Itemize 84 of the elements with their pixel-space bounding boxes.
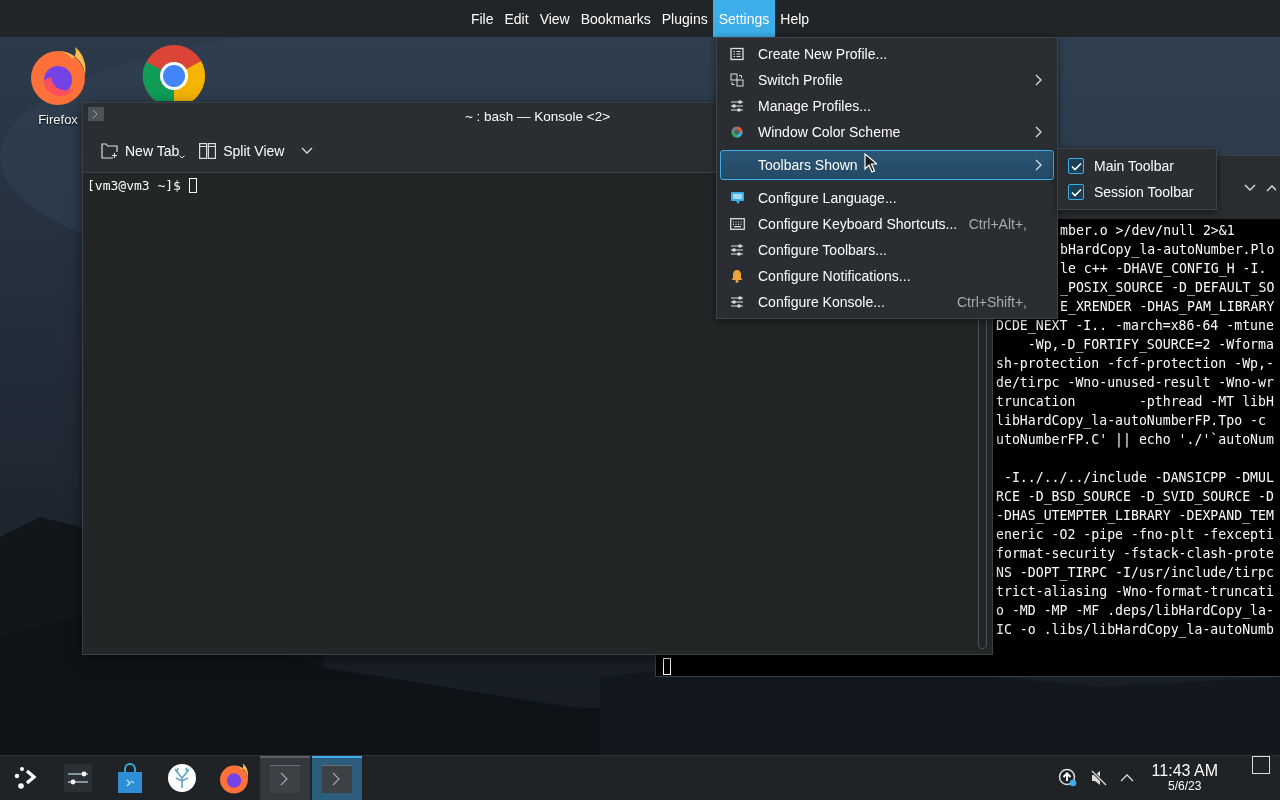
- browser-icon[interactable]: [142, 44, 206, 101]
- menu-item[interactable]: Window Color Scheme: [720, 119, 1054, 145]
- text-cursor: [663, 658, 671, 675]
- terminal-line: -Wp,-D_FORTIFY_SOURCE=2 -Wforma: [1026, 336, 1274, 354]
- terminal-line: utoNumberFP.C' || echo './'`autoNum: [996, 431, 1274, 449]
- task-button[interactable]: [312, 756, 362, 800]
- split-view-icon: [199, 142, 217, 159]
- caret-up-icon[interactable]: [1119, 774, 1134, 782]
- menu-bar-item[interactable]: View: [534, 0, 576, 37]
- terminal-line: RCE -D_BSD_SOURCE -D_SVID_SOURCE -D: [996, 488, 1274, 506]
- sliders-icon: [730, 295, 744, 309]
- dropdown-icon: [179, 155, 186, 159]
- menu-item[interactable]: Manage Profiles...: [720, 93, 1054, 119]
- coral-icon[interactable]: [167, 763, 197, 793]
- terminal-line: DCDE_NEXT -I.. -march=x86-64 -mtune: [996, 317, 1274, 335]
- terminal-line: bHardCopy_la-autoNumber.Plo: [1060, 241, 1275, 259]
- sliders-icon: [730, 99, 744, 113]
- toolbar-button[interactable]: New Tab: [94, 137, 187, 164]
- color-scheme-icon: [731, 126, 743, 138]
- chevron-right-icon: [1034, 159, 1042, 171]
- menu-item[interactable]: Switch Profile: [720, 67, 1054, 93]
- new-tab-icon: [101, 142, 118, 159]
- shortcut-label: Ctrl+Alt+,: [968, 216, 1027, 232]
- terminal-line: trict-aliasing -Wno-format-truncati: [996, 583, 1274, 601]
- chevron-down-icon[interactable]: [301, 146, 314, 155]
- menu-item[interactable]: Create New Profile...: [720, 41, 1054, 67]
- menu-item[interactable]: Session Toolbar: [1062, 179, 1212, 205]
- chevron-right-icon: [1034, 126, 1042, 138]
- app-launcher-icon[interactable]: [13, 765, 39, 791]
- menu-bar-item[interactable]: Edit: [499, 0, 535, 37]
- bell-icon: [730, 269, 744, 283]
- menu-bar-item[interactable]: Plugins: [656, 0, 714, 37]
- terminal-line: IC -o .libs/libHardCopy_la-autoNumb: [996, 621, 1274, 639]
- text-cursor: [188, 178, 197, 193]
- chevron-down-icon[interactable]: [1244, 183, 1256, 192]
- menu-item[interactable]: Toolbars Shown: [720, 150, 1054, 180]
- switch-profile-icon: [730, 73, 744, 87]
- menu-item[interactable]: Configure Toolbars...: [720, 237, 1054, 263]
- menu-item[interactable]: Configure Keyboard Shortcuts... Ctrl+Alt+,: [720, 211, 1054, 237]
- terminal-line: de/tirpc -Wno-unused-result -Wno-wr: [996, 374, 1274, 392]
- terminal-line: NS -DOPT_TIRPC -I/usr/include/tirpc: [996, 564, 1274, 582]
- terminal-line: o -MD -MP -MF .deps/libHardCopy_la-: [996, 602, 1274, 620]
- checkbox[interactable]: [1068, 184, 1084, 200]
- terminal-line: format-security -fstack-clash-prote: [996, 545, 1274, 563]
- shortcut-label: Ctrl+Shift+,: [956, 294, 1027, 310]
- terminal-line: libHardCopy_la-autoNumberFP.Tpo -c: [996, 412, 1266, 430]
- chevron-right-icon: [1034, 74, 1042, 86]
- terminal-line: mber.o >/dev/null 2>&1: [1060, 222, 1235, 240]
- terminal-line: le c++ -DHAVE_CONFIG_H -I.: [1060, 260, 1267, 278]
- speech-bubble-icon: [729, 191, 745, 205]
- terminal-line: eneric -O2 -pipe -fno-plt -fexcepti: [996, 526, 1274, 544]
- terminal-line: sh-protection -fcf-protection -Wp,-: [996, 355, 1274, 373]
- terminal-line: truncation -pthread -MT libH: [996, 393, 1274, 411]
- menu-item[interactable]: Configure Konsole... Ctrl+Shift+,: [720, 289, 1054, 315]
- shopping-bag-icon[interactable]: [117, 763, 143, 793]
- terminal-line: -DHAS_UTEMPTER_LIBRARY -DEXPAND_TEM: [996, 507, 1274, 525]
- profile-icon: [730, 47, 744, 61]
- window-title: ~ : bash — Konsole <2>: [464, 108, 611, 124]
- mouse-pointer-icon: [864, 153, 877, 173]
- muted-speaker-icon[interactable]: [1089, 769, 1108, 787]
- update-icon[interactable]: [1057, 768, 1078, 788]
- show-desktop-button[interactable]: [1252, 756, 1270, 774]
- keyboard-icon: [729, 218, 745, 230]
- toolbar-button[interactable]: Split View: [192, 137, 292, 164]
- chevron-up-icon[interactable]: [1266, 183, 1276, 192]
- terminal-line: -I../../../include -DANSICPP -DMUL: [1002, 469, 1274, 487]
- menu-bar-item[interactable]: Help: [774, 0, 815, 37]
- menu-item[interactable]: Main Toolbar: [1062, 153, 1212, 179]
- terminal-line: E_XRENDER -DHAS_PAM_LIBRARY: [1060, 298, 1275, 316]
- terminal-icon: [322, 765, 352, 793]
- menu-item[interactable]: Configure Notifications...: [720, 263, 1054, 289]
- terminal-icon[interactable]: [88, 107, 104, 121]
- settings-icon[interactable]: [64, 764, 92, 792]
- menu-bar-item[interactable]: File: [465, 0, 499, 37]
- terminal-line: _POSIX_SOURCE -D_DEFAULT_SO: [1060, 279, 1275, 297]
- checkbox[interactable]: [1068, 158, 1084, 174]
- clock[interactable]: 11:43 AM 5/6/23: [1151, 763, 1218, 793]
- browser-icon[interactable]: [218, 762, 250, 794]
- menu-item[interactable]: Configure Language...: [720, 185, 1054, 211]
- menu-bar-item[interactable]: Bookmarks: [575, 0, 657, 37]
- terminal-icon: [270, 765, 300, 793]
- sliders-icon: [730, 243, 744, 257]
- icon-label[interactable]: Firefox: [38, 112, 78, 127]
- terminal-prompt: [vm3@vm3 ~]$: [87, 178, 182, 193]
